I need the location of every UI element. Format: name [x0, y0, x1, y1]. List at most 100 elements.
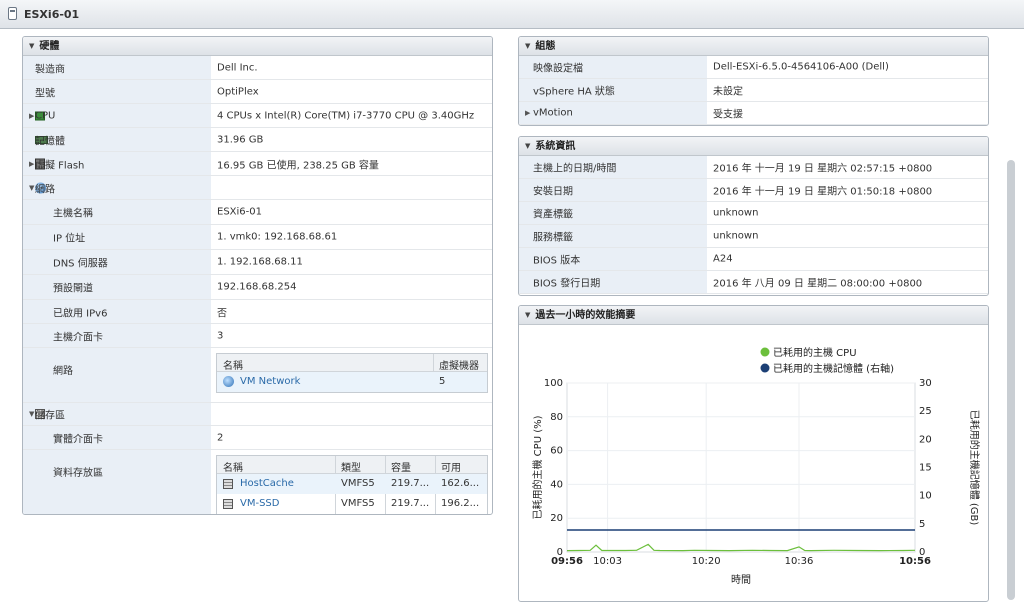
- y-left-tick-label: 100: [544, 378, 563, 389]
- row-value: 1. 192.168.68.11: [217, 256, 303, 268]
- datastore-type: VMFS5: [341, 478, 375, 489]
- row-value: ESXi6-01: [217, 206, 262, 218]
- legend-label: 已耗用的主機記憶體 (右軸): [773, 362, 894, 375]
- row-label-text: 型號: [35, 88, 55, 99]
- row-label-cell: ▶ vMotion: [519, 102, 707, 124]
- datastore-link[interactable]: VM-SSD: [240, 498, 279, 509]
- row-value: 192.168.68.254: [217, 281, 297, 293]
- row-networks: 網路 名稱 虛擬機器 VM Network 5: [23, 348, 492, 403]
- performance-panel-header[interactable]: ▼ 過去一小時的效能摘要: [519, 306, 988, 325]
- row-label: 服務標籤: [533, 232, 573, 244]
- row-cpu[interactable]: ▶ CPU 4 CPUs x Intel(R) Core(TM) i7-3770 C…: [23, 104, 492, 128]
- row-ipv6-enabled: 已啟用 IPv6 否: [23, 300, 492, 324]
- row-label: vMotion: [533, 107, 573, 119]
- collapse-triangle-icon[interactable]: ▼: [525, 37, 530, 55]
- collapse-triangle-icon[interactable]: ▼: [525, 137, 530, 155]
- y-right-tick-label: 30: [919, 378, 932, 389]
- collapse-triangle-icon[interactable]: ▼: [525, 306, 530, 324]
- row-ip-address: IP 位址 1. vmk0: 192.168.68.61: [23, 225, 492, 250]
- row-label-text: 虛擬 Flash: [35, 160, 85, 171]
- row-label-cell: DNS 伺服器: [23, 250, 211, 274]
- row-label-cell: 網路: [23, 348, 211, 402]
- table-row[interactable]: VM Network 5: [217, 372, 487, 392]
- datastore-link[interactable]: HostCache: [240, 478, 294, 489]
- row-host-adapters: 主機介面卡 3: [23, 324, 492, 348]
- row-storage[interactable]: ▼ 儲存區: [23, 403, 492, 426]
- row-value: 2: [217, 432, 224, 443]
- y-right-tick-label: 10: [919, 491, 932, 502]
- networks-table: 名稱 虛擬機器 VM Network 5: [216, 353, 488, 393]
- row-image-profile: 映像設定檔 Dell-ESXi-6.5.0-4564106-A00 (Dell): [519, 56, 988, 79]
- row-label-cell: 服務標籤: [519, 225, 707, 247]
- x-axis-label: 時間: [731, 574, 751, 586]
- row-label-text: 記憶體: [35, 136, 65, 147]
- row-label-cell: vSphere HA 狀態: [519, 79, 707, 101]
- row-value: 未設定: [713, 86, 743, 98]
- row-hostname: 主機名稱 ESXi6-01: [23, 200, 492, 225]
- y-right-tick-label: 15: [919, 463, 932, 474]
- network-link[interactable]: VM Network: [240, 376, 300, 387]
- row-virtual-flash[interactable]: ▶ 虛擬 Flash 16.95 GB 已使用, 238.25 GB 容量: [23, 152, 492, 176]
- system-info-panel-header[interactable]: ▼ 系統資訊: [519, 137, 988, 156]
- x-tick-label: 09:56: [551, 556, 583, 567]
- column-header-name[interactable]: 名稱: [223, 459, 243, 474]
- datastore-icon: [223, 499, 233, 509]
- row-label-cell: IP 位址: [23, 225, 211, 249]
- row-dns-servers: DNS 伺服器 1. 192.168.68.11: [23, 250, 492, 275]
- column-header-type[interactable]: 類型: [341, 459, 361, 474]
- expand-triangle-icon[interactable]: ▶: [525, 109, 530, 117]
- y-left-tick-label: 60: [550, 446, 563, 457]
- cpu-series-line: [566, 543, 916, 552]
- legend-swatch: [760, 363, 770, 373]
- row-label-cell: 資料存放區: [23, 450, 211, 514]
- row-value: unknown: [713, 207, 759, 219]
- datastore-capacity: 219.7...: [391, 478, 430, 489]
- configuration-panel-header[interactable]: ▼ 組態: [519, 37, 988, 56]
- row-asset-tag: 資產標籤 unknown: [519, 202, 988, 225]
- y-right-tick-label: 20: [919, 434, 932, 445]
- collapse-triangle-icon[interactable]: ▼: [29, 184, 34, 192]
- column-header-vms[interactable]: 虛擬機器: [439, 357, 479, 372]
- row-label-cell: 製造商: [23, 56, 211, 79]
- row-value: 31.96 GB: [217, 134, 264, 145]
- hardware-panel: ▼ 硬體 製造商 Dell Inc. 型號 OptiPlex ▶ CPU 4 CPUs x I…: [22, 36, 493, 515]
- row-label-cell: 主機上的日期/時間: [519, 156, 707, 178]
- row-label-cell: ▶ CPU: [23, 104, 211, 127]
- row-label-text: CPU: [35, 110, 56, 121]
- row-label-cell: 已啟用 IPv6: [23, 300, 211, 323]
- vertical-scrollbar[interactable]: [1007, 160, 1015, 600]
- performance-chart: 已耗用的主機 CPU已耗用的主機記憶體 (右軸)0204060801000510…: [531, 346, 981, 586]
- y-right-tick-label: 25: [919, 406, 932, 417]
- collapse-triangle-icon[interactable]: ▼: [29, 37, 34, 55]
- row-label-cell: 預設閘道: [23, 275, 211, 299]
- row-label-cell: 實體介面卡: [23, 426, 211, 449]
- table-row[interactable]: VM-SSD VMFS5 219.7... 196.2...: [217, 494, 487, 514]
- expand-triangle-icon[interactable]: ▶: [29, 160, 34, 168]
- row-label-text: 實體介面卡: [53, 434, 103, 445]
- row-label-text: 主機介面卡: [53, 332, 103, 343]
- window-title-bar: ESXi6-01: [0, 0, 1024, 29]
- table-row[interactable]: HostCache VMFS5 219.7... 162.6...: [217, 474, 487, 494]
- expand-triangle-icon[interactable]: ▶: [29, 112, 34, 120]
- y-left-tick-label: 80: [550, 412, 563, 423]
- row-manufacturer: 製造商 Dell Inc.: [23, 56, 492, 80]
- row-label-text: 網路: [53, 366, 73, 377]
- row-label-cell: 主機名稱: [23, 200, 211, 224]
- hardware-panel-header[interactable]: ▼ 硬體: [23, 37, 492, 56]
- column-header-capacity[interactable]: 容量: [391, 459, 411, 474]
- row-value: 16.95 GB 已使用, 238.25 GB 容量: [217, 160, 379, 171]
- column-header-free[interactable]: 可用: [441, 459, 461, 474]
- host-icon: [8, 7, 17, 20]
- row-bios-version: BIOS 版本 A24: [519, 248, 988, 271]
- collapse-triangle-icon[interactable]: ▼: [29, 410, 34, 418]
- column-header-name[interactable]: 名稱: [223, 357, 243, 372]
- row-label-text: IP 位址: [53, 233, 86, 245]
- row-vmotion[interactable]: ▶ vMotion 受支援: [519, 102, 988, 125]
- row-label-text: 資料存放區: [53, 468, 103, 479]
- y-right-tick-label: 5: [919, 519, 925, 530]
- row-networking[interactable]: ▼ 網路: [23, 176, 492, 200]
- row-ha-state: vSphere HA 狀態 未設定: [519, 79, 988, 102]
- row-label-text: 已啟用 IPv6: [53, 308, 108, 319]
- row-value: 2016 年 十一月 19 日 星期六 02:57:15 +0800: [713, 163, 933, 175]
- row-install-date: 安裝日期 2016 年 十一月 19 日 星期六 01:50:18 +0800: [519, 179, 988, 202]
